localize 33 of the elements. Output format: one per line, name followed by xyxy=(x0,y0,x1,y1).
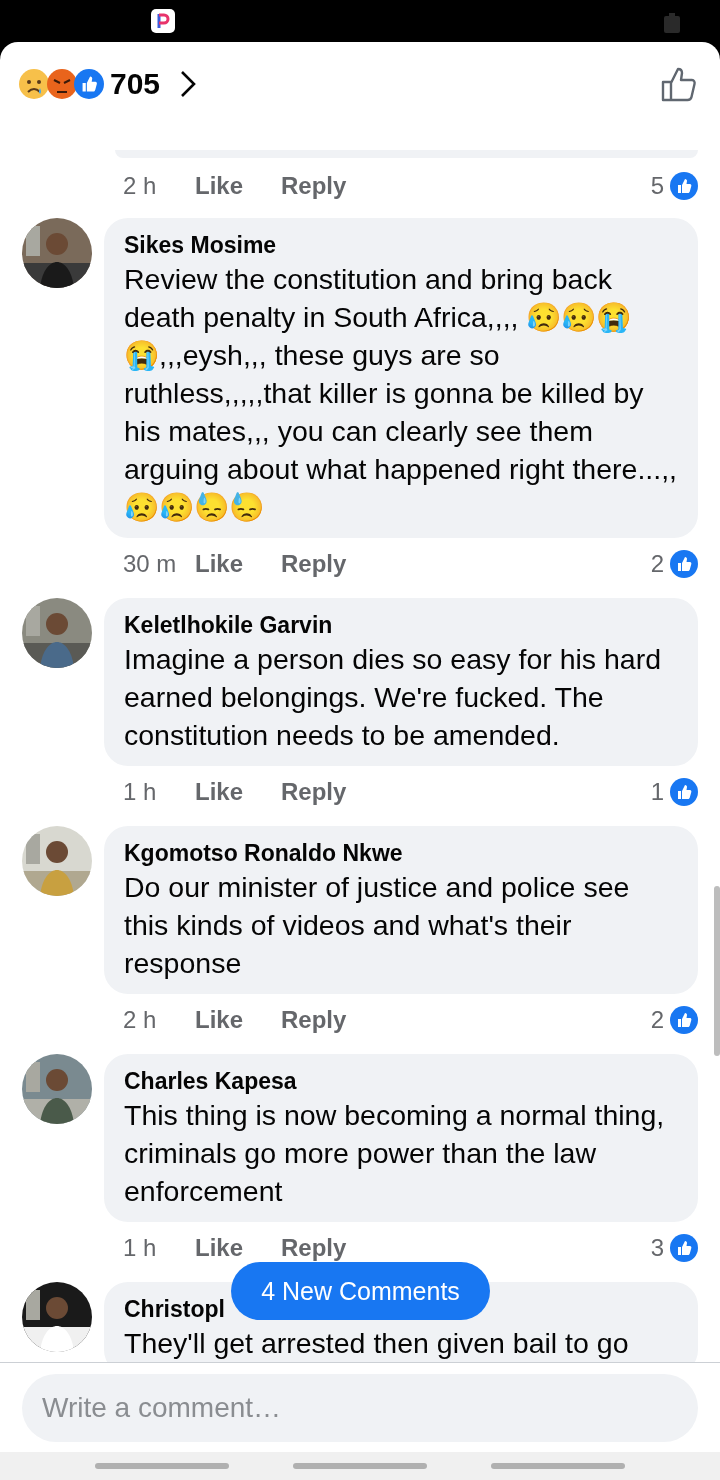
like-link[interactable]: Like xyxy=(195,1234,281,1262)
reply-link[interactable]: Reply xyxy=(281,172,347,200)
like-link[interactable]: Like xyxy=(195,778,281,806)
reply-link[interactable]: Reply xyxy=(281,778,347,806)
comment-input-field[interactable]: Write a comment… xyxy=(22,1374,698,1442)
reply-link[interactable]: Reply xyxy=(281,550,347,578)
comment-time: 1 h xyxy=(123,1234,158,1262)
comment-time: 2 h xyxy=(123,172,158,200)
comment-text: Do our minister of justice and police see this kinds of videos and what's their response xyxy=(124,870,631,981)
like-count: 3 xyxy=(650,1234,664,1262)
comment-text: This thing is now becoming a normal thing, criminals go more power than the law enforcement xyxy=(124,1098,666,1209)
comment-time: 2 h xyxy=(123,1006,158,1034)
reply-link[interactable]: Reply xyxy=(281,1234,347,1262)
comment-time: 1 h xyxy=(123,778,158,806)
like-link[interactable]: Like xyxy=(195,1006,281,1034)
like-count: 5 xyxy=(650,172,664,200)
new-comments-button[interactable]: 4 New Comments xyxy=(231,1262,490,1320)
reaction-count[interactable]: 705 xyxy=(110,67,161,101)
comment-time: 30 m xyxy=(123,550,178,578)
comment-text: Imagine a person dies so easy for his hard earned belongings. We're fucked. The constitution needs to be amended. xyxy=(124,642,663,753)
reply-link[interactable]: Reply xyxy=(281,1006,347,1034)
comment-author[interactable]: Kgomotso Ronaldo Nkwe xyxy=(124,838,403,868)
comment-author[interactable]: Christopl xyxy=(124,1294,225,1324)
like-count: 1 xyxy=(650,778,664,806)
like-link[interactable]: Like xyxy=(195,550,281,578)
comment-author[interactable]: Sikes Mosime xyxy=(124,230,277,260)
comment-author[interactable]: Charles Kapesa xyxy=(124,1066,297,1096)
like-count: 2 xyxy=(650,1006,664,1034)
like-link[interactable]: Like xyxy=(195,172,281,200)
comment-author[interactable]: Keletlhokile Garvin xyxy=(124,610,333,640)
like-count: 2 xyxy=(650,550,664,578)
comment-text: Review the constitution and bring back death penalty in South Africa,,,, 😥😥😭😭,,,eysh,,, these guys are so ruthless,,,,,that killer is gonna be killed by his mates,,, you can clearly see them arguing about what happened right there...,,😥😥😓😓 xyxy=(124,262,678,525)
comment-text: They'll get arrested then given bail to go xyxy=(124,1326,630,1361)
